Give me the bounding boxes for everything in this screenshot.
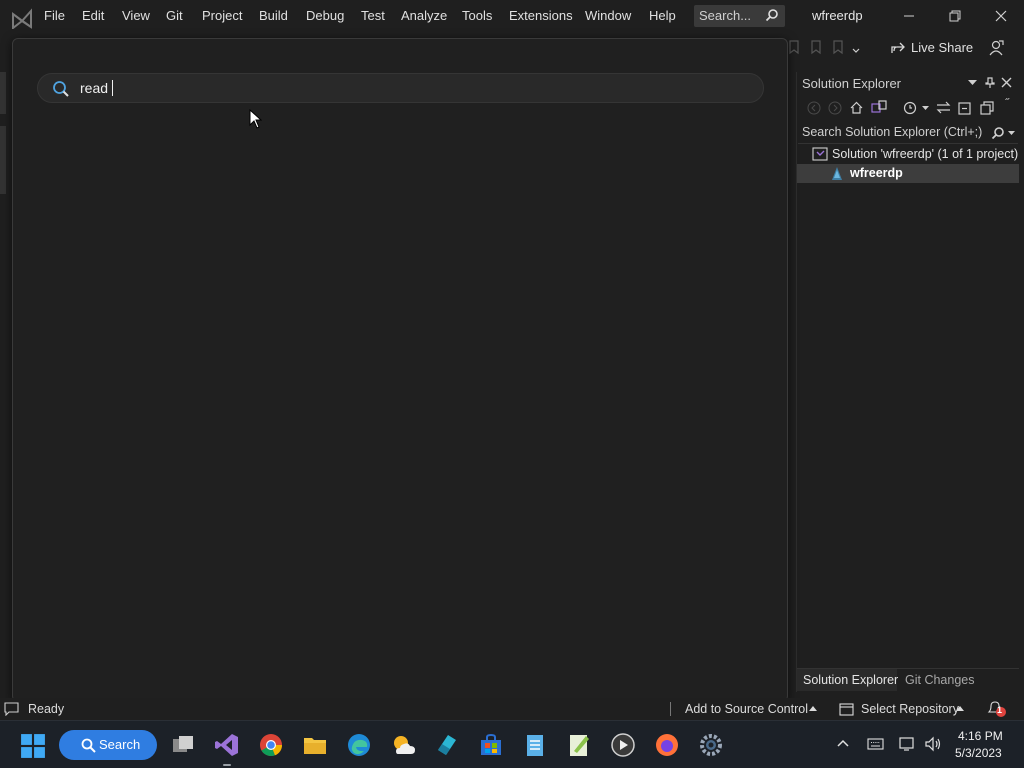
bookmark-icon[interactable] [788,40,844,56]
notification-count: 1 [997,705,1003,715]
minimize-icon[interactable] [899,6,919,26]
forward-icon[interactable] [828,101,842,115]
live-share-icon [891,42,905,53]
title-bar: File Edit View Git Project Build Debug T… [0,0,1024,34]
taskbar-search-label: Search [99,737,141,752]
sync-icon[interactable] [936,101,951,114]
close-icon[interactable] [1001,77,1012,88]
menu-git[interactable]: Git [166,8,183,23]
search-icon [765,9,778,22]
menu-project[interactable]: Project [202,8,242,23]
add-to-source-control-button[interactable]: Add to Source Control [685,702,808,716]
solution-explorer-tabs: Solution Explorer Git Changes [797,668,1019,691]
search-icon [991,127,1004,140]
window-title: wfreerdp [812,8,863,23]
solution-label: Solution 'wfreerdp' (1 of 1 project) [832,147,1019,161]
feature-search-popup: read [12,38,788,702]
close-icon[interactable] [991,6,1011,26]
menu-file[interactable]: File [44,8,65,23]
status-ready: Ready [28,702,65,716]
back-icon[interactable] [807,101,821,115]
pin-icon[interactable] [985,77,995,89]
home-icon[interactable] [849,100,864,115]
more-icon[interactable]: ˝ [1005,96,1009,110]
project-label: wfreerdp [850,166,903,180]
chevron-up-icon[interactable] [837,739,849,747]
title-search-placeholder: Search... [699,8,752,23]
notepad-icon[interactable] [522,732,548,758]
text-caret [112,80,114,96]
menu-window[interactable]: Window [585,8,631,23]
solution-explorer-toolbar: ˝ [797,96,1019,120]
feature-search-query: read [80,80,109,96]
menu-edit[interactable]: Edit [82,8,104,23]
feature-search-input[interactable]: read [37,73,764,103]
feedback-icon[interactable] [987,39,1005,57]
weather-icon[interactable] [390,732,416,758]
edge-icon[interactable] [346,732,372,758]
dropdown-arrow-icon[interactable] [1008,131,1015,136]
search-icon [81,738,96,753]
settings-gear-icon[interactable] [698,732,724,758]
menu-tools[interactable]: Tools [462,8,492,23]
chrome-icon[interactable] [258,732,284,758]
file-explorer-icon[interactable] [302,732,328,758]
taskbar-search-button[interactable]: Search [59,730,157,760]
tab-solution-explorer[interactable]: Solution Explorer [803,673,898,687]
menu-build[interactable]: Build [259,8,288,23]
chevron-up-icon[interactable] [809,706,817,711]
keyboard-icon[interactable] [867,738,884,750]
menu-view[interactable]: View [122,8,150,23]
live-share-button[interactable]: Live Share [911,40,973,55]
dropdown-arrow-icon[interactable] [922,106,929,111]
network-icon[interactable] [899,736,916,752]
history-icon[interactable] [902,100,918,115]
tab-git-changes[interactable]: Git Changes [905,673,974,687]
task-view-icon[interactable] [170,732,196,758]
menu-debug[interactable]: Debug [306,8,344,23]
search-icon [53,81,69,97]
visual-studio-icon[interactable] [214,732,240,758]
switch-views-icon[interactable] [871,100,887,115]
solution-explorer-search-placeholder: Search Solution Explorer (Ctrl+;) [802,125,983,139]
repository-icon [839,703,854,716]
solution-explorer-header: Solution Explorer [797,72,1019,94]
windows-taskbar: Search 4:16 PM 5/3/2023 [0,720,1024,768]
title-search-box[interactable]: Search... [694,5,785,27]
chevron-up-icon[interactable] [956,706,964,711]
mouse-cursor-icon [249,109,262,129]
collapse-all-icon[interactable] [958,100,973,115]
clock-time[interactable]: 4:16 PM [958,729,1003,743]
show-all-files-icon[interactable] [980,100,995,115]
microsoft-store-icon[interactable] [478,732,504,758]
solution-explorer-title: Solution Explorer [802,76,901,91]
status-bar: Ready Add to Source Control Select Repos… [0,698,1024,720]
solution-explorer-search[interactable]: Search Solution Explorer (Ctrl+;) [798,122,1018,144]
status-icon [4,702,19,716]
menu-extensions[interactable]: Extensions [509,8,573,23]
project-icon [832,167,842,180]
tree-item-solution[interactable]: Solution 'wfreerdp' (1 of 1 project) [797,145,1019,164]
chevron-down-icon[interactable] [852,48,860,54]
menu-test[interactable]: Test [361,8,385,23]
visual-studio-logo-icon [12,8,32,29]
notepad-plus-plus-icon[interactable] [566,732,592,758]
menu-help[interactable]: Help [649,8,676,23]
tree-item-project[interactable]: wfreerdp [797,164,1019,183]
left-dock-tab[interactable] [0,72,6,114]
windows-start-icon[interactable] [20,733,46,759]
menu-analyze[interactable]: Analyze [401,8,447,23]
firefox-icon[interactable] [654,732,680,758]
left-dock-tab[interactable] [0,126,6,194]
volume-icon[interactable] [924,736,942,752]
restore-icon[interactable] [945,6,965,26]
solution-icon [812,147,828,161]
media-player-icon[interactable] [610,732,636,758]
select-repository-button[interactable]: Select Repository [861,702,959,716]
solution-explorer-panel: Solution Explorer ˝ Search Solution Expl… [796,72,1019,692]
app-icon[interactable] [434,732,460,758]
clock-date[interactable]: 5/3/2023 [955,746,1002,760]
dropdown-arrow-icon[interactable] [968,80,977,86]
